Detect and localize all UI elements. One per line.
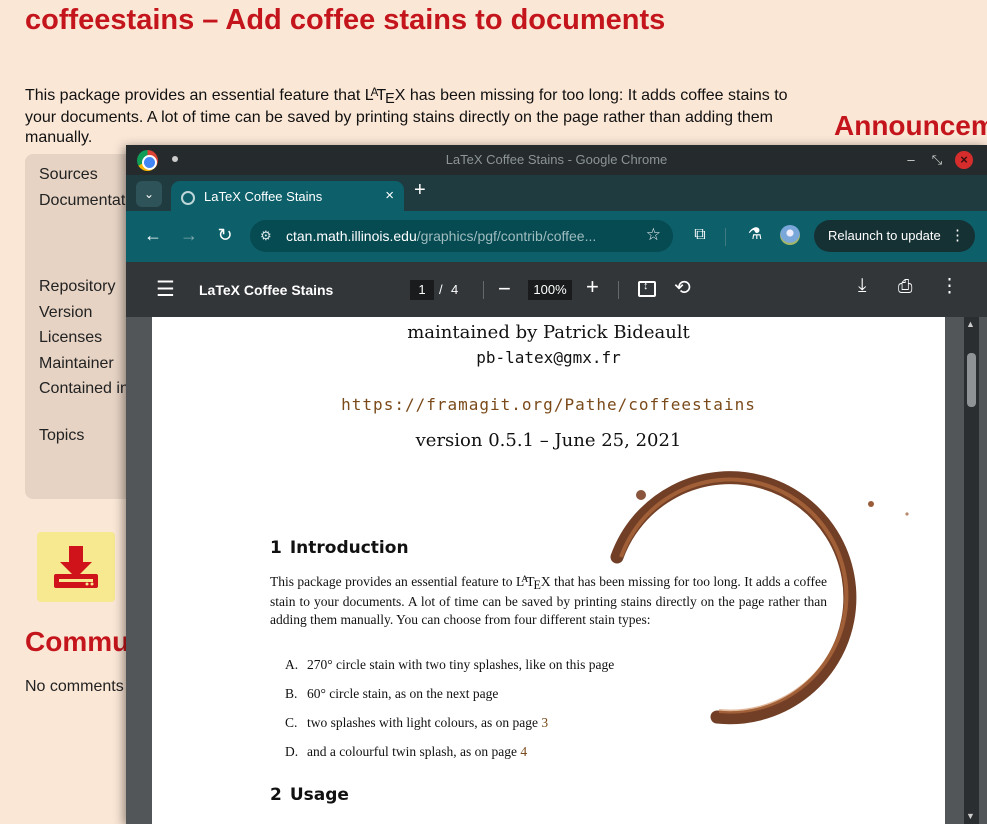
info-label-licenses: Licenses: [39, 329, 103, 346]
announcements-heading: Announcem: [834, 110, 987, 141]
list-text: 60° circle stain, as on the next page: [307, 686, 499, 701]
section-number: 2: [270, 785, 282, 805]
page-number-input[interactable]: 1: [410, 280, 434, 300]
window-titlebar[interactable]: LaTeX Coffee Stains - Google Chrome – ⤡ …: [126, 145, 987, 175]
tab-search-button[interactable]: ⌄: [136, 181, 162, 207]
more-options-icon[interactable]: ⋮: [950, 226, 965, 244]
list-item: C. two splashes with light colours, as on…: [285, 715, 548, 731]
page-title: coffeestains – Add coffee stains to docu…: [25, 4, 666, 36]
browser-toolbar: ← → ↻ ⚙ ctan.math.illinois.edu/graphics/…: [126, 211, 987, 261]
list-marker: A.: [285, 657, 299, 672]
pdf-more-options-icon[interactable]: ⋮: [940, 275, 959, 298]
forward-button[interactable]: →: [177, 223, 201, 247]
list-text: two splashes with light colours, as on p…: [307, 715, 542, 730]
close-window-button[interactable]: ×: [955, 151, 973, 169]
page-reference-link[interactable]: 3: [541, 715, 548, 730]
rotate-icon[interactable]: ⟲: [674, 275, 691, 300]
url-host: ctan.math.illinois.edu: [286, 228, 417, 244]
info-label-topics: Topics: [39, 427, 85, 444]
globe-icon: [181, 191, 195, 205]
site-info-icon[interactable]: ⚙: [260, 228, 272, 244]
toolbar-divider: [483, 281, 484, 299]
url-path: /graphics/pgf/contrib/coffee...: [416, 228, 597, 244]
community-heading: Commu: [25, 626, 130, 657]
intro-text-start: This package provides an essential featu…: [270, 574, 516, 589]
profile-avatar[interactable]: [780, 225, 800, 245]
zoom-in-button[interactable]: +: [586, 274, 599, 300]
pdf-viewport[interactable]: maintained by Patrick Bideault pb-latex@…: [126, 317, 987, 824]
relaunch-label: Relaunch to update: [828, 228, 941, 243]
tab-title: LaTeX Coffee Stains: [204, 189, 323, 204]
chrome-window: LaTeX Coffee Stains - Google Chrome – ⤡ …: [126, 145, 987, 824]
extensions-icon[interactable]: ⧉: [688, 223, 712, 247]
relaunch-to-update-button[interactable]: Relaunch to update ⋮: [814, 220, 975, 252]
zoom-out-button[interactable]: −: [498, 276, 511, 302]
page-separator: /: [439, 282, 443, 297]
address-bar[interactable]: ⚙ ctan.math.illinois.edu/graphics/pgf/co…: [250, 220, 673, 252]
list-text: 270° circle stain with two tiny splashes…: [307, 657, 615, 672]
pdf-section-heading: 2 Usage: [270, 785, 349, 805]
zoom-level-input[interactable]: 100%: [528, 280, 572, 300]
section-title: Introduction: [289, 538, 409, 558]
download-icon: [54, 546, 98, 588]
info-label-contained-in: Contained in: [39, 380, 129, 397]
new-tab-button[interactable]: +: [414, 179, 426, 202]
tab-active[interactable]: LaTeX Coffee Stains ×: [171, 181, 404, 213]
window-title: LaTeX Coffee Stains - Google Chrome: [445, 152, 668, 167]
latex-logo: LATEX: [515, 574, 551, 592]
download-button[interactable]: [37, 532, 115, 602]
pdf-maintainer-line: maintained by Patrick Bideault: [407, 322, 690, 343]
list-marker: D.: [285, 744, 299, 759]
tab-close-icon[interactable]: ×: [385, 187, 394, 204]
tab-strip: ⌄ LaTeX Coffee Stains × +: [126, 175, 987, 213]
pdf-intro-paragraph: This package provides an essential featu…: [270, 573, 827, 629]
section-title: Usage: [289, 785, 349, 805]
scrollbar-thumb[interactable]: [967, 353, 976, 407]
no-comments-text: No comments: [25, 678, 124, 695]
print-icon[interactable]: ⎙: [898, 276, 912, 297]
info-label-repository: Repository: [39, 278, 116, 295]
labs-flask-icon[interactable]: ⚗: [743, 223, 767, 247]
pdf-version-line: version 0.5.1 – June 25, 2021: [415, 430, 682, 451]
package-description: This package provides an essential featu…: [25, 86, 795, 149]
info-label-documentation: Documentati: [39, 192, 129, 209]
maximize-button[interactable]: ⤡: [928, 151, 946, 169]
list-text: and a colourful twin splash, as on page: [307, 744, 521, 759]
page-reference-link[interactable]: 4: [520, 744, 527, 759]
description-text-start: This package provides an essential featu…: [25, 87, 365, 104]
toolbar-divider: [618, 281, 619, 299]
pdf-project-link[interactable]: https://framagit.org/Pathe/coffeestains: [152, 395, 945, 414]
url-text[interactable]: ctan.math.illinois.edu/graphics/pgf/cont…: [286, 228, 596, 244]
page-total: 4: [451, 282, 459, 297]
list-marker: C.: [285, 715, 298, 730]
scroll-up-arrow-icon[interactable]: ▲: [966, 319, 975, 329]
pdf-menu-icon[interactable]: ☰: [156, 277, 175, 302]
pdf-page: maintained by Patrick Bideault pb-latex@…: [152, 317, 945, 824]
pdf-download-icon[interactable]: ⤓: [858, 275, 866, 297]
latex-logo: LATEX: [364, 87, 406, 107]
pdf-toolbar: ☰ LaTeX Coffee Stains 1 / 4 − 100% + ⟲ ⤓…: [126, 261, 987, 317]
back-button[interactable]: ←: [141, 223, 165, 247]
pdf-scrollbar[interactable]: ▲ ▼: [964, 317, 979, 824]
info-label-sources: Sources: [39, 166, 98, 183]
section-number: 1: [270, 538, 282, 558]
bookmark-star-icon[interactable]: ☆: [646, 225, 661, 245]
reload-button[interactable]: ↻: [213, 223, 237, 247]
pdf-section-heading: 1 Introduction: [270, 538, 409, 558]
list-marker: B.: [285, 686, 298, 701]
info-label-version: Version: [39, 304, 93, 321]
pdf-email: pb-latex@gmx.fr: [476, 348, 621, 367]
info-label-maintainer: Maintainer: [39, 355, 114, 372]
pdf-document-title: LaTeX Coffee Stains: [199, 282, 334, 298]
fit-to-page-icon[interactable]: [638, 280, 656, 297]
minimize-button[interactable]: –: [902, 151, 920, 169]
scroll-down-arrow-icon[interactable]: ▼: [966, 811, 975, 821]
list-item: A. 270° circle stain with two tiny splash…: [285, 657, 614, 673]
toolbar-divider: [725, 228, 726, 246]
list-item: D. and a colourful twin splash, as on pag…: [285, 744, 527, 760]
list-item: B. 60° circle stain, as on the next page: [285, 686, 498, 702]
